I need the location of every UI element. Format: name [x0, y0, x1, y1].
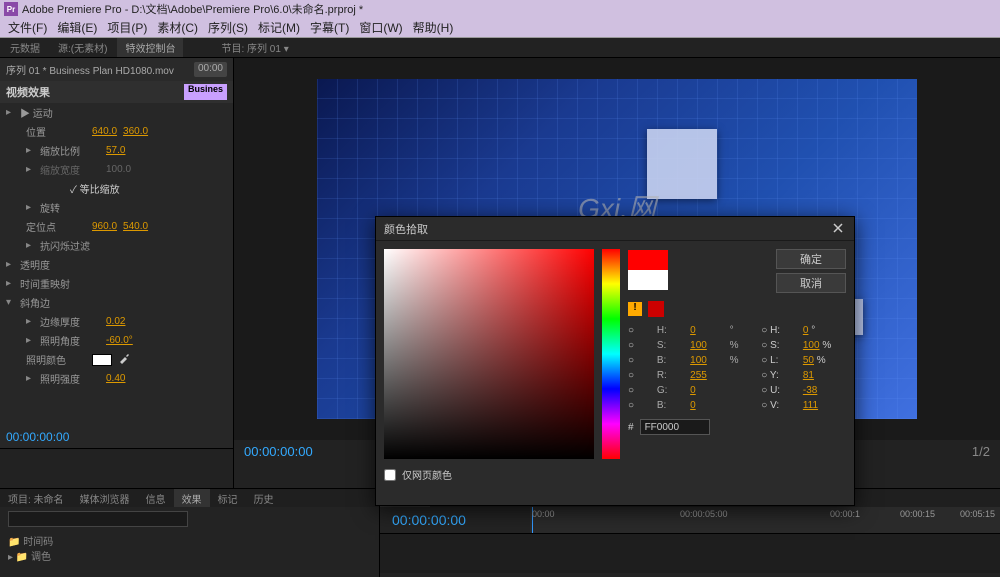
tab-history[interactable]: 历史 [246, 489, 282, 507]
effect-controls-panel: 序列 01 * Business Plan HD1080.mov 00:00 视… [0, 58, 234, 488]
u-value[interactable]: -38 [803, 385, 846, 396]
param-scale-width: ▸缩放宽度 100.0 [0, 160, 233, 179]
hsl-l-value[interactable]: 50 [803, 355, 814, 366]
scale-value[interactable]: 57.0 [106, 145, 125, 156]
timeline-ruler[interactable]: 00:00 00:00:05:00 00:00:1 00:00:15 00:05… [530, 507, 1000, 533]
hue-slider[interactable] [602, 249, 620, 459]
color-value-fields: ○H:0°○ H:0 ° ○S:100%○ S:100 % ○B:100%○ L… [628, 325, 846, 411]
hex-label: # [628, 422, 634, 433]
effects-search-input[interactable] [8, 511, 188, 527]
anchor-y[interactable]: 540.0 [123, 221, 148, 232]
param-antiflicker[interactable]: ▸抗闪烁过滤 [0, 236, 233, 255]
light-intensity-value[interactable]: 0.40 [106, 373, 125, 384]
menu-window[interactable]: 窗口(W) [359, 19, 402, 36]
source-tabs: 元数据 源:(无素材) 特效控制台 节目: 序列 01 ▾ [0, 38, 1000, 58]
edge-thickness-value[interactable]: 0.02 [106, 316, 125, 327]
tab-effects[interactable]: 效果 [174, 489, 210, 507]
color-picker-title-bar[interactable]: 颜色拾取 [376, 217, 854, 241]
param-light-intensity[interactable]: ▸照明强度 0.40 [0, 369, 233, 388]
clip-header: 序列 01 * Business Plan HD1080.mov 00:00 [0, 58, 233, 81]
web-colors-checkbox[interactable] [384, 469, 396, 481]
param-rotation[interactable]: ▸旋转 [0, 198, 233, 217]
tab-info[interactable]: 信息 [138, 489, 174, 507]
monitor-duration: 1/2 [972, 444, 990, 459]
hex-input[interactable] [640, 419, 710, 435]
tab-metadata[interactable]: 元数据 [2, 38, 48, 57]
param-anchor[interactable]: 定位点 960.0 540.0 [0, 217, 233, 236]
position-x[interactable]: 640.0 [92, 126, 117, 137]
timeline-header: 00:00:00:00 00:00 00:00:05:00 00:00:1 00… [380, 507, 1000, 533]
cancel-button[interactable]: 取消 [776, 273, 846, 293]
hsl-h-value[interactable]: 0 [803, 325, 809, 336]
light-color-swatch[interactable] [92, 354, 112, 366]
menu-bar: 文件(F) 编辑(E) 项目(P) 素材(C) 序列(S) 标记(M) 字幕(T… [0, 18, 1000, 38]
position-y[interactable]: 360.0 [123, 126, 148, 137]
effect-motion[interactable]: ▸▶ 运动 [0, 103, 233, 122]
menu-project[interactable]: 项目(P) [107, 19, 147, 36]
menu-title[interactable]: 字幕(T) [310, 19, 349, 36]
web-colors-label: 仅网页颜色 [402, 467, 452, 482]
timeline-tracks[interactable] [380, 533, 1000, 573]
title-bar: Pr Adobe Premiere Pro - D:\文档\Adobe\Prem… [0, 0, 1000, 18]
menu-file[interactable]: 文件(F) [8, 19, 47, 36]
anchor-x[interactable]: 960.0 [92, 221, 117, 232]
rgb-b-value[interactable]: 0 [690, 400, 721, 411]
project-panel: 项目: 未命名 媒体浏览器 信息 效果 标记 历史 📁 时间码 ▸ 📁 调色 [0, 489, 380, 577]
light-angle-value[interactable]: -60.0° [106, 335, 133, 346]
v-value[interactable]: 111 [803, 400, 846, 411]
gamut-swatch[interactable] [648, 301, 664, 317]
menu-help[interactable]: 帮助(H) [413, 19, 454, 36]
s-value[interactable]: 100 [690, 340, 721, 351]
folder-colorize[interactable]: ▸ 📁 调色 [8, 548, 371, 563]
app-icon: Pr [4, 2, 18, 16]
color-picker-title: 颜色拾取 [384, 221, 428, 237]
effect-timeremap[interactable]: ▸时间重映射 [0, 274, 233, 293]
timeline-current-time[interactable]: 00:00:00:00 [380, 512, 530, 528]
param-scale[interactable]: ▸缩放比例 57.0 [0, 141, 233, 160]
gamut-warning-icon[interactable]: ! [628, 302, 642, 316]
tab-program[interactable]: 节目: 序列 01 ▾ [213, 38, 296, 57]
r-value[interactable]: 255 [690, 370, 721, 381]
hsl-s-value[interactable]: 100 [803, 340, 820, 351]
menu-clip[interactable]: 素材(C) [157, 19, 198, 36]
tab-effect-controls[interactable]: 特效控制台 [117, 38, 183, 57]
menu-edit[interactable]: 编辑(E) [57, 19, 97, 36]
tab-markers[interactable]: 标记 [210, 489, 246, 507]
ec-current-time: 00:00:00:00 [0, 426, 233, 448]
video-effects-label: 视频效果 [6, 84, 50, 100]
close-icon[interactable] [832, 222, 846, 236]
effect-bevel[interactable]: ▾斜角边 [0, 293, 233, 312]
tab-project[interactable]: 项目: 未命名 [0, 489, 72, 507]
color-picker-dialog: 颜色拾取 确定 取消 ! [375, 216, 855, 506]
menu-marker[interactable]: 标记(M) [258, 19, 300, 36]
uniform-scale-check[interactable]: ✓ 等比缩放 [0, 179, 233, 198]
b-value[interactable]: 100 [690, 355, 721, 366]
effect-opacity[interactable]: ▸透明度 [0, 255, 233, 274]
h-value[interactable]: 0 [690, 325, 721, 336]
tab-source[interactable]: 源:(无素材) [50, 38, 115, 57]
folder-timecode[interactable]: 📁 时间码 [8, 533, 371, 548]
ec-mini-timeline[interactable] [0, 448, 233, 488]
tab-media-browser[interactable]: 媒体浏览器 [72, 489, 138, 507]
param-light-color[interactable]: 照明颜色 [0, 350, 233, 369]
param-light-angle[interactable]: ▸照明角度 -60.0° [0, 331, 233, 350]
y-value[interactable]: 81 [803, 370, 846, 381]
project-tabs: 项目: 未命名 媒体浏览器 信息 效果 标记 历史 [0, 489, 379, 507]
clip-name: 序列 01 * Business Plan HD1080.mov [6, 62, 174, 77]
color-preview [628, 250, 668, 290]
window-title: Adobe Premiere Pro - D:\文档\Adobe\Premier… [22, 1, 363, 17]
param-edge-thickness[interactable]: ▸边缘厚度 0.02 [0, 312, 233, 331]
clip-badge: Busines [184, 84, 227, 100]
monitor-time: 00:00:00:00 [244, 444, 313, 459]
effects-header: 视频效果 Busines [0, 81, 233, 103]
param-position[interactable]: 位置 640.0 360.0 [0, 122, 233, 141]
menu-sequence[interactable]: 序列(S) [208, 19, 248, 36]
eyedropper-icon[interactable] [118, 352, 130, 367]
g-value[interactable]: 0 [690, 385, 721, 396]
color-field[interactable] [384, 249, 594, 459]
header-time: 00:00 [194, 62, 227, 77]
ok-button[interactable]: 确定 [776, 249, 846, 269]
